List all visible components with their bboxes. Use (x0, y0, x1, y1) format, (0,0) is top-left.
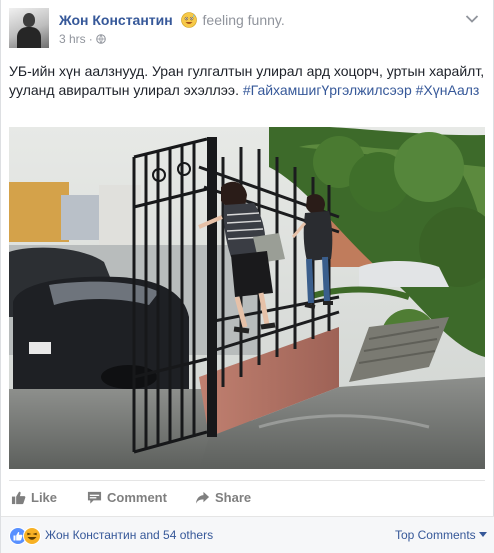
reactions-summary-text[interactable]: Жон Константин and 54 others (45, 527, 213, 543)
meta-separator: · (88, 32, 93, 46)
reactions-summary: Жон Константин and 54 others Top Comment… (1, 516, 494, 553)
like-button[interactable]: Like (11, 489, 57, 507)
comment-label: Comment (107, 490, 167, 505)
share-arrow-icon (195, 491, 210, 504)
post-text: УБ-ийн хүн аалзнууд. Уран гулгалтын улир… (9, 62, 485, 100)
photo-icon (9, 127, 485, 469)
share-label: Share (215, 490, 252, 505)
comment-bubble-icon (87, 491, 102, 504)
haha-reaction-icon (23, 527, 41, 545)
post-card: Жон Константин feeling funny. 3 hrs · УБ-… (0, 0, 494, 553)
post-actions: Like Comment Share (9, 480, 485, 512)
comment-button[interactable]: Comment (87, 489, 167, 507)
caret-down-icon (479, 532, 487, 537)
sweat-smile-emoji-icon (180, 12, 197, 28)
like-label: Like (31, 490, 58, 505)
chevron-down-icon[interactable] (465, 14, 479, 24)
top-comments-label: Top Comments (394, 528, 476, 542)
hashtag-link[interactable]: #ХүнАалз (416, 82, 480, 98)
post-meta: 3 hrs · (59, 31, 106, 47)
top-comments-dropdown[interactable]: Top Comments (395, 527, 487, 543)
post-time[interactable]: 3 hrs (59, 32, 86, 46)
avatar[interactable] (9, 8, 49, 48)
hashtag-link[interactable]: #ГайхамшигҮргэлжилсээр (243, 82, 412, 98)
author-line: Жон Константин feeling funny. (59, 11, 285, 29)
post-photo[interactable] (9, 127, 485, 469)
feeling-text: feeling funny. (202, 12, 285, 28)
globe-icon[interactable] (95, 34, 106, 44)
share-button[interactable]: Share (195, 489, 251, 507)
thumbs-up-icon (11, 491, 26, 505)
reaction-icons[interactable] (9, 527, 43, 545)
post-header: Жон Константин feeling funny. 3 hrs · (9, 8, 479, 52)
author-name[interactable]: Жон Константин (59, 12, 173, 28)
